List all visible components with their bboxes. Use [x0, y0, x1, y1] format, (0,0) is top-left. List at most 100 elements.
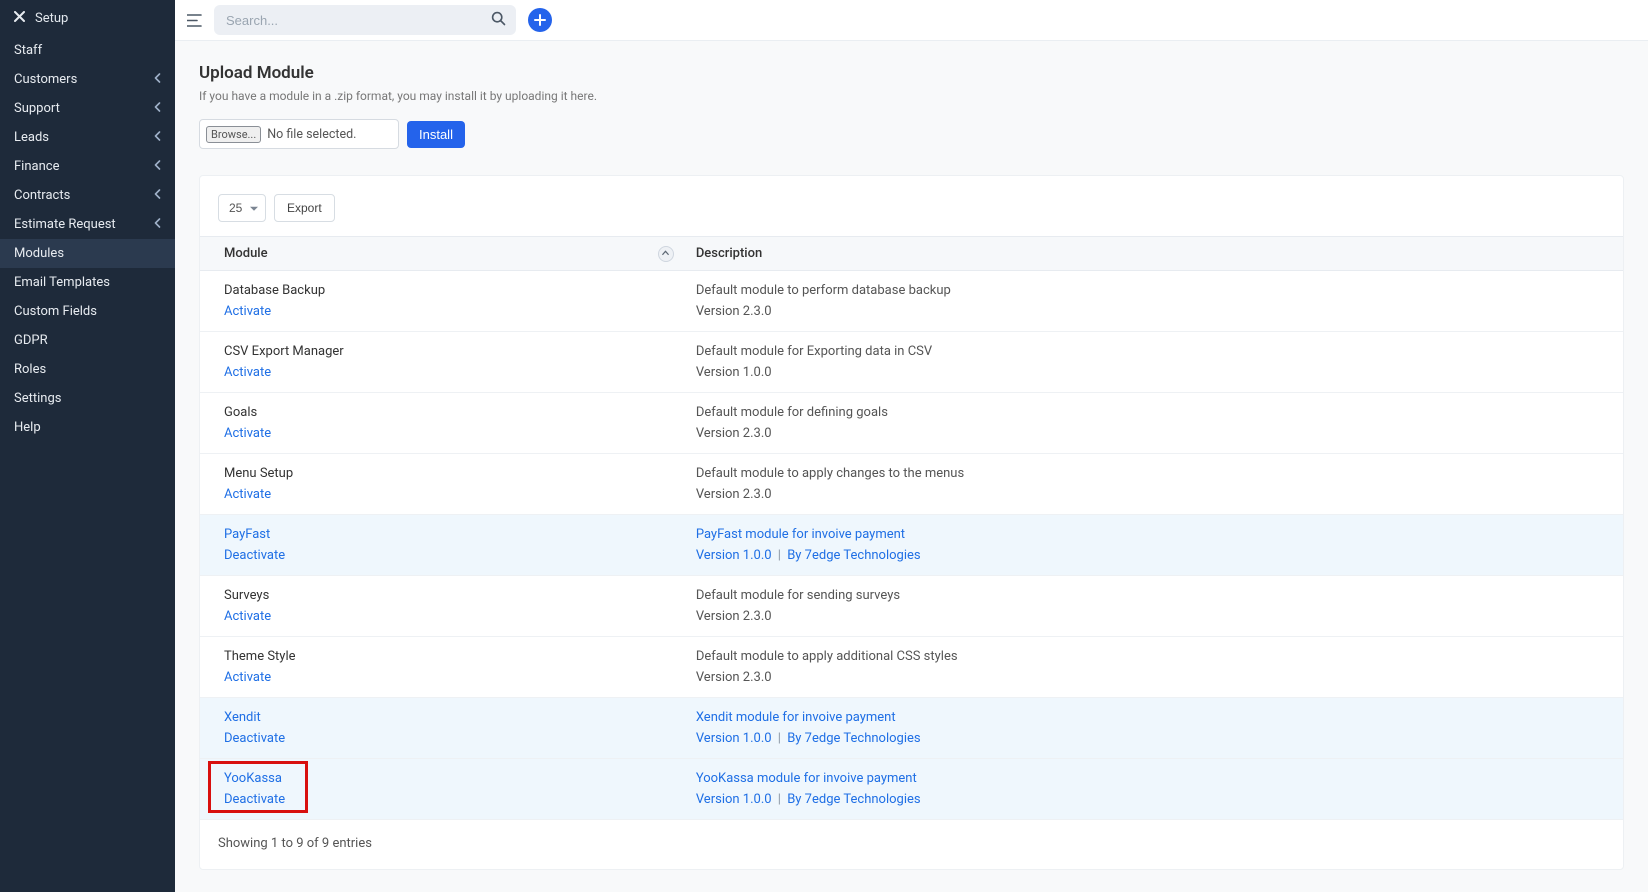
deactivate-link[interactable]: Deactivate	[224, 731, 285, 746]
modules-table: Module Description Database Backup Activa…	[200, 236, 1623, 820]
chevron-left-icon	[154, 218, 161, 231]
module-description: Default module to apply changes to the m…	[696, 466, 1611, 481]
table-row: CSV Export Manager Activate Default module…	[200, 332, 1623, 393]
sidebar-item-custom-fields[interactable]: Custom Fields	[0, 297, 175, 326]
table-row: Menu Setup Activate Default module to appl…	[200, 454, 1623, 515]
activate-link[interactable]: Activate	[224, 365, 271, 380]
sidebar-item-label: GDPR	[14, 333, 48, 348]
table-footer: Showing 1 to 9 of 9 entries	[200, 820, 1623, 851]
sidebar-item-leads[interactable]: Leads	[0, 123, 175, 152]
module-description: Default module for Exporting data in CSV	[696, 344, 1611, 359]
module-name: Menu Setup	[224, 466, 672, 481]
module-description: Default module for defining goals	[696, 405, 1611, 420]
module-version: Version 1.0.0 | By 7edge Technologies	[696, 548, 1611, 563]
sidebar: Setup Staff Customers Support Leads Finance C…	[0, 0, 175, 892]
module-name: Goals	[224, 405, 672, 420]
search-field[interactable]	[214, 5, 516, 35]
sidebar-item-gdpr[interactable]: GDPR	[0, 326, 175, 355]
table-row: Theme Style Activate Default module to app…	[200, 637, 1623, 698]
activate-link[interactable]: Activate	[224, 487, 271, 502]
menu-toggle-icon[interactable]	[187, 14, 202, 27]
chevron-left-icon	[154, 131, 161, 144]
table-row: Xendit Deactivate Xendit module for invoiv…	[200, 698, 1623, 759]
chevron-left-icon	[154, 73, 161, 86]
sidebar-item-finance[interactable]: Finance	[0, 152, 175, 181]
sidebar-item-estimate-request[interactable]: Estimate Request	[0, 210, 175, 239]
table-row: PayFast Deactivate PayFast module for invo…	[200, 515, 1623, 576]
export-button[interactable]: Export	[274, 194, 335, 222]
sidebar-item-label: Modules	[14, 246, 64, 261]
module-version: Version 2.3.0	[696, 609, 1611, 624]
file-input[interactable]: Browse... No file selected.	[199, 119, 399, 149]
table-row: Surveys Activate Default module for sendin…	[200, 576, 1623, 637]
search-icon[interactable]	[491, 11, 506, 30]
module-description: PayFast module for invoive payment	[696, 527, 1611, 542]
sidebar-item-label: Settings	[14, 391, 61, 406]
sidebar-item-label: Customers	[14, 72, 77, 87]
col-description[interactable]: Description	[684, 237, 1623, 271]
file-status: No file selected.	[267, 127, 356, 142]
module-name[interactable]: YooKassa	[224, 771, 672, 786]
module-description: Default module to apply additional CSS s…	[696, 649, 1611, 664]
chevron-left-icon	[154, 160, 161, 173]
browse-button[interactable]: Browse...	[206, 126, 261, 143]
module-version: Version 1.0.0 | By 7edge Technologies	[696, 731, 1611, 746]
module-name[interactable]: PayFast	[224, 527, 672, 542]
module-version: Version 1.0.0 | By 7edge Technologies	[696, 792, 1611, 807]
sort-asc-icon[interactable]	[658, 246, 674, 262]
search-input[interactable]	[214, 13, 516, 28]
sidebar-item-label: Help	[14, 420, 41, 435]
module-name: Theme Style	[224, 649, 672, 664]
sidebar-item-label: Email Templates	[14, 275, 110, 290]
close-icon[interactable]	[14, 10, 25, 26]
activate-link[interactable]: Activate	[224, 670, 271, 685]
sidebar-item-modules[interactable]: Modules	[0, 239, 175, 268]
sidebar-item-customers[interactable]: Customers	[0, 65, 175, 94]
chevron-left-icon	[154, 189, 161, 202]
table-row: Database Backup Activate Default module to…	[200, 271, 1623, 332]
sidebar-item-email-templates[interactable]: Email Templates	[0, 268, 175, 297]
module-name: Surveys	[224, 588, 672, 603]
topbar	[175, 0, 1648, 41]
sidebar-item-roles[interactable]: Roles	[0, 355, 175, 384]
deactivate-link[interactable]: Deactivate	[224, 792, 285, 807]
module-version: Version 2.3.0	[696, 426, 1611, 441]
sidebar-item-label: Estimate Request	[14, 217, 116, 232]
page-title: Upload Module	[199, 63, 1624, 83]
page-size-select[interactable]: 25	[218, 194, 266, 222]
activate-link[interactable]: Activate	[224, 304, 271, 319]
module-name: CSV Export Manager	[224, 344, 672, 359]
sidebar-item-label: Roles	[14, 362, 46, 377]
module-description: Default module to perform database backu…	[696, 283, 1611, 298]
sidebar-item-label: Finance	[14, 159, 59, 174]
sidebar-item-label: Staff	[14, 43, 42, 58]
module-version: Version 2.3.0	[696, 670, 1611, 685]
col-module[interactable]: Module	[200, 237, 684, 271]
chevron-left-icon	[154, 102, 161, 115]
deactivate-link[interactable]: Deactivate	[224, 548, 285, 563]
sidebar-item-help[interactable]: Help	[0, 413, 175, 442]
sidebar-item-settings[interactable]: Settings	[0, 384, 175, 413]
modules-panel: 25 Export Module	[199, 175, 1624, 870]
module-name[interactable]: Xendit	[224, 710, 672, 725]
module-version: Version 1.0.0	[696, 365, 1611, 380]
module-name: Database Backup	[224, 283, 672, 298]
install-button[interactable]: Install	[407, 121, 465, 148]
sidebar-item-contracts[interactable]: Contracts	[0, 181, 175, 210]
sidebar-item-label: Leads	[14, 130, 49, 145]
module-description: YooKassa module for invoive payment	[696, 771, 1611, 786]
sidebar-item-label: Custom Fields	[14, 304, 97, 319]
upload-description: If you have a module in a .zip format, y…	[199, 89, 1624, 103]
sidebar-item-staff[interactable]: Staff	[0, 36, 175, 65]
activate-link[interactable]: Activate	[224, 609, 271, 624]
sidebar-title: Setup	[35, 11, 68, 26]
add-button[interactable]	[528, 8, 552, 32]
sidebar-item-support[interactable]: Support	[0, 94, 175, 123]
sidebar-item-label: Contracts	[14, 188, 70, 203]
activate-link[interactable]: Activate	[224, 426, 271, 441]
sidebar-item-label: Support	[14, 101, 60, 116]
table-row: Goals Activate Default module for defining…	[200, 393, 1623, 454]
module-description: Default module for sending surveys	[696, 588, 1611, 603]
module-description: Xendit module for invoive payment	[696, 710, 1611, 725]
module-version: Version 2.3.0	[696, 487, 1611, 502]
